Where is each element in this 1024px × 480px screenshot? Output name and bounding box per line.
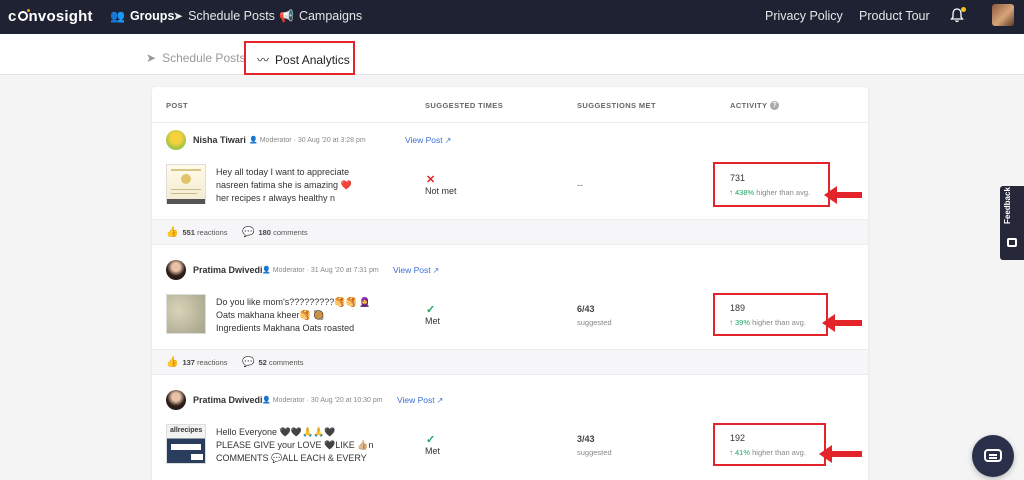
- thumbs-up-icon: 👍: [166, 227, 179, 238]
- post-engagement-row: 👍 551 reactions 💬 180 comments: [152, 219, 868, 245]
- post-text: Hello Everyone 🖤🖤🙏🙏🖤 PLEASE GIVE your LO…: [216, 427, 374, 463]
- send-icon: ➤: [173, 9, 184, 23]
- not-met-icon: ✕: [426, 174, 436, 186]
- post-engagement-row: 👍 137 reactions 💬 52 comments: [152, 349, 868, 375]
- post-text: Do you like mom's?????????🥞🥞 🧕 Oats makh…: [216, 297, 371, 333]
- suggestions-met-label: suggested: [577, 448, 612, 457]
- chat-launcher-button[interactable]: [972, 435, 1014, 477]
- post-author-row: Nisha Tiwari 👤 Moderator · 30 Aug '20 at …: [152, 130, 868, 152]
- met-check-icon: ✓: [426, 434, 436, 446]
- header-post: POST: [166, 101, 189, 110]
- nav-product-tour[interactable]: Product Tour: [859, 0, 930, 34]
- sub-navbar: ➤ Schedule Posts 〰 Post Analytics: [0, 34, 1024, 75]
- met-check-icon: ✓: [426, 304, 436, 316]
- author-avatar: [166, 260, 186, 280]
- external-link-icon: ↗: [444, 136, 452, 145]
- megaphone-icon: 📢: [279, 9, 294, 23]
- suggested-time-status: Met: [425, 446, 441, 456]
- send-icon: ➤: [146, 51, 157, 65]
- reactions-count: 👍 137 reactions: [166, 357, 228, 368]
- comment-icon: 💬: [242, 227, 255, 238]
- comments-count: 💬 180 comments: [242, 227, 308, 238]
- post-author-row: Pratima Dwivedi 👤 Moderator · 31 Aug '20 …: [152, 260, 868, 282]
- chat-icon: [984, 449, 1002, 462]
- user-avatar[interactable]: [992, 4, 1014, 26]
- header-suggested-times: SUGGESTED TIMES: [425, 101, 504, 110]
- notification-bell-icon[interactable]: [950, 7, 966, 24]
- header-divider: [152, 122, 868, 123]
- post-analytics-card: POST SUGGESTED TIMES SUGGESTIONS MET ACT…: [152, 87, 868, 480]
- moderator-icon: 👤: [262, 267, 271, 274]
- author-avatar: [166, 390, 186, 410]
- red-arrow-icon: [824, 186, 862, 204]
- post-text: Hey all today I want to appreciate nasre…: [216, 167, 352, 203]
- highlight-box-activity: [713, 293, 828, 336]
- post-meta: 👤 Moderator · 30 Aug '20 at 10:30 pm: [262, 397, 383, 404]
- post-meta: 👤 Moderator · 30 Aug '20 at 3:28 pm: [249, 137, 366, 144]
- red-arrow-icon: [819, 445, 862, 463]
- header-suggestions-met: SUGGESTIONS MET: [577, 101, 656, 110]
- tab-schedule-posts[interactable]: ➤ Schedule Posts: [146, 51, 245, 65]
- comments-count: 💬 52 comments: [242, 357, 304, 368]
- author-name: Pratima Dwivedi: [193, 265, 263, 275]
- convosight-logo[interactable]: c nvosight: [8, 8, 93, 25]
- post-author-row: Pratima Dwivedi 👤 Moderator · 30 Aug '20 …: [152, 390, 868, 412]
- nav-groups[interactable]: 👥 Groups: [110, 0, 174, 34]
- moderator-icon: 👤: [249, 137, 258, 144]
- nav-privacy-policy[interactable]: Privacy Policy: [765, 0, 843, 34]
- red-arrow-icon: [822, 314, 862, 332]
- highlight-box-activity: [713, 162, 830, 207]
- post-meta: 👤 Moderator · 31 Aug '20 at 7:31 pm: [262, 267, 379, 274]
- author-avatar: [166, 130, 186, 150]
- header-activity: ACTIVITY?: [730, 101, 780, 111]
- view-post-link[interactable]: View Post ↗: [405, 135, 451, 145]
- moderator-icon: 👤: [262, 397, 271, 404]
- external-link-icon: ↗: [432, 266, 440, 275]
- suggested-time-status: Not met: [425, 186, 457, 196]
- external-link-icon: ↗: [436, 396, 444, 405]
- top-navbar: c nvosight 👥 Groups ➤ Schedule Posts 📢 Campa…: [0, 0, 1024, 34]
- suggestions-met-label: suggested: [577, 318, 612, 327]
- post-thumbnail: allrecipes: [166, 424, 206, 464]
- suggestions-met-value: 3/43: [577, 434, 595, 444]
- notification-dot: [961, 7, 966, 12]
- feedback-tab[interactable]: Feedback: [1000, 186, 1024, 260]
- comment-icon: 💬: [242, 357, 255, 368]
- thumbs-up-icon: 👍: [166, 357, 179, 368]
- highlight-box-activity: [713, 423, 826, 466]
- groups-icon: 👥: [110, 9, 125, 23]
- suggestions-met-value: --: [577, 180, 583, 190]
- highlight-box-tab: [244, 41, 355, 75]
- post-thumbnail: [166, 294, 206, 334]
- view-post-link[interactable]: View Post ↗: [397, 395, 443, 405]
- author-name: Nisha Tiwari: [193, 135, 246, 145]
- suggestions-met-value: 6/43: [577, 304, 595, 314]
- nav-campaigns[interactable]: 📢 Campaigns: [279, 0, 362, 34]
- suggested-time-status: Met: [425, 316, 441, 326]
- feedback-icon: [1007, 238, 1017, 247]
- view-post-link[interactable]: View Post ↗: [393, 265, 439, 275]
- nav-schedule-posts[interactable]: ➤ Schedule Posts: [173, 0, 275, 34]
- help-icon[interactable]: ?: [770, 101, 780, 110]
- reactions-count: 👍 551 reactions: [166, 227, 228, 238]
- post-thumbnail: [166, 164, 206, 204]
- author-name: Pratima Dwivedi: [193, 395, 263, 405]
